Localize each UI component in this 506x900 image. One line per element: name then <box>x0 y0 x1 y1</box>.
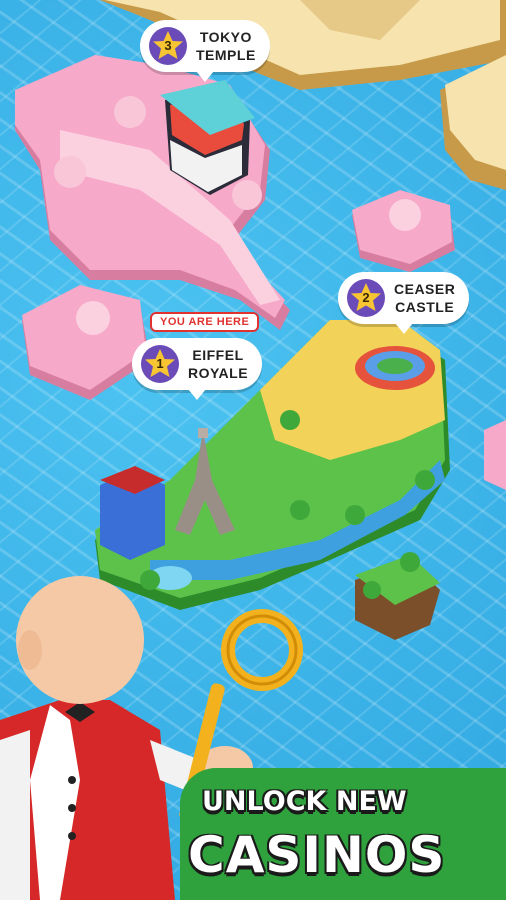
map-art <box>0 0 506 900</box>
star-icon: 3 <box>148 26 188 66</box>
you-are-here-tag: YOU ARE HERE <box>150 312 260 332</box>
tokyo-pink-island <box>15 55 290 330</box>
location-name: EIFFEL ROYALE <box>188 347 249 381</box>
location-number: 3 <box>164 38 172 53</box>
pink-islet-right <box>352 190 455 272</box>
caesar-arena <box>355 346 435 390</box>
location-marker-tokyo-temple[interactable]: 3 TOKYO TEMPLE <box>140 20 270 82</box>
star-icon: 1 <box>140 344 180 384</box>
headline-line-1: UNLOCK NEW <box>202 786 407 817</box>
location-name: CEASER CASTLE <box>394 281 456 315</box>
right-sand-island <box>440 55 506 190</box>
small-pink-islet-edge <box>484 420 506 490</box>
location-marker-ceaser-castle[interactable]: 2 CEASER CASTLE <box>338 272 470 334</box>
headline-line-2: CASINOS <box>188 826 446 884</box>
casino-tower-red <box>100 466 165 560</box>
location-name: TOKYO TEMPLE <box>196 29 256 63</box>
location-marker-eiffel-royale[interactable]: 1 EIFFEL ROYALE <box>132 338 263 400</box>
game-map-scene: 3 TOKYO TEMPLE 2 CEASER CASTLE YOU ARE H… <box>0 0 506 900</box>
small-green-islet <box>355 552 440 640</box>
pink-islet-left <box>22 285 150 400</box>
location-number: 1 <box>156 356 164 371</box>
star-icon: 2 <box>346 278 386 318</box>
location-number: 2 <box>362 290 370 305</box>
